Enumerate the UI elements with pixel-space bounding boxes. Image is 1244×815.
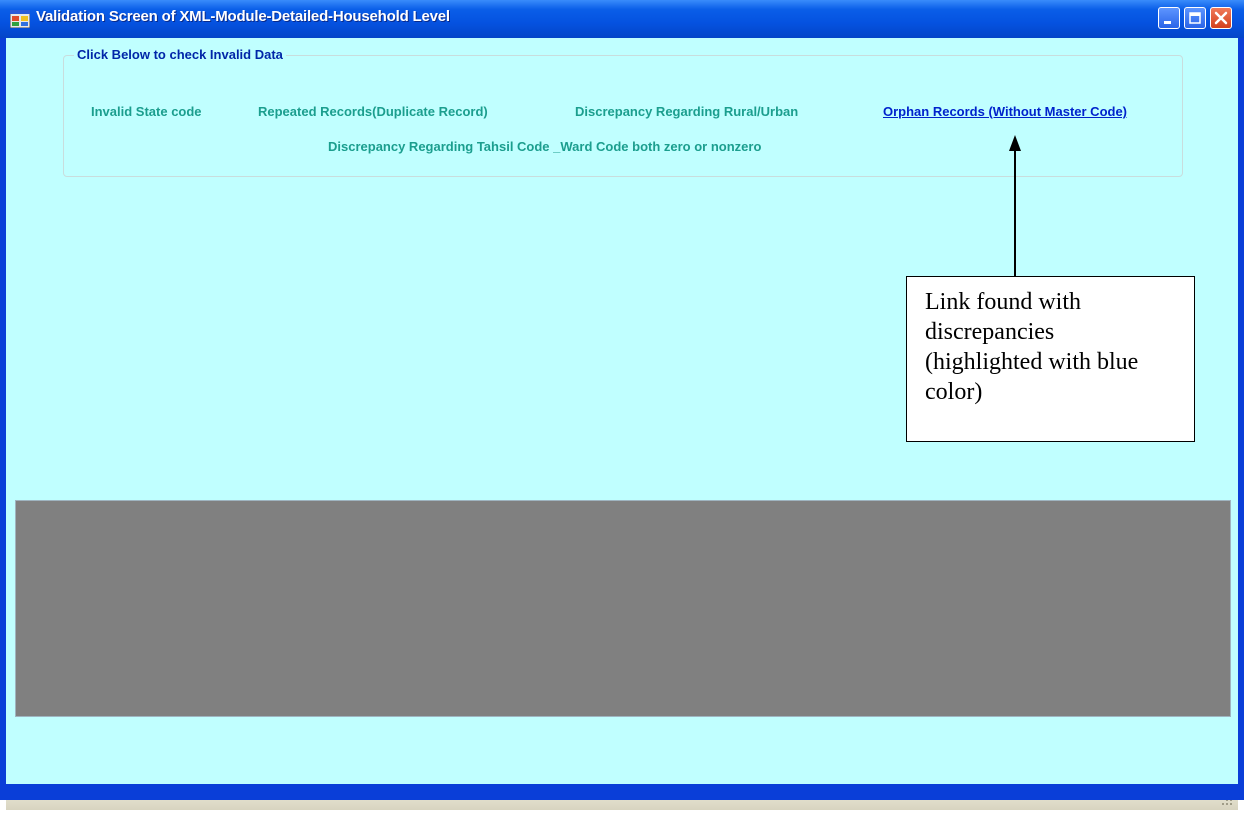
app-icon[interactable] xyxy=(9,9,31,29)
maximize-button[interactable] xyxy=(1184,7,1206,29)
annotation-callout: Link found with discrepancies (highlight… xyxy=(906,276,1195,442)
maximize-icon xyxy=(1189,12,1201,24)
window-title: Validation Screen of XML-Module-Detailed… xyxy=(36,8,450,25)
app-window: Validation Screen of XML-Module-Detailed… xyxy=(0,0,1244,810)
close-button[interactable] xyxy=(1210,7,1232,29)
minimize-icon xyxy=(1164,21,1171,24)
form-client-area: Click Below to check Invalid Data Invali… xyxy=(6,38,1238,810)
close-icon xyxy=(1214,11,1228,25)
window-bottom-border xyxy=(0,784,1244,800)
minimize-button[interactable] xyxy=(1158,7,1180,29)
results-grid[interactable] xyxy=(15,500,1231,717)
title-bar[interactable]: Validation Screen of XML-Module-Detailed… xyxy=(0,0,1244,38)
